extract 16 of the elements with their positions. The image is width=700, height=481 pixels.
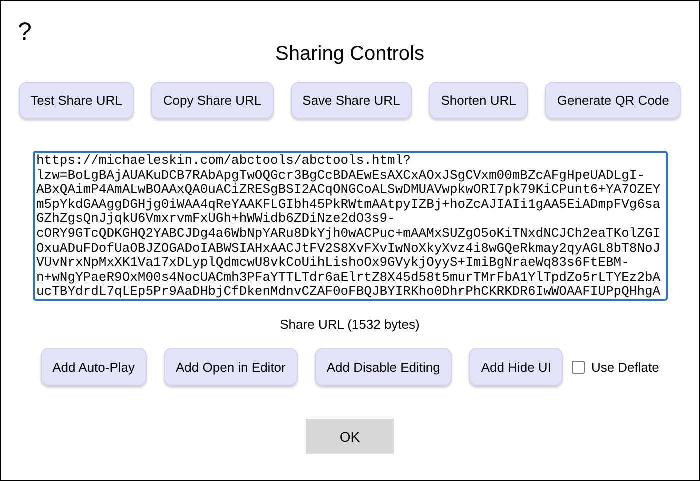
share-url-caption: Share URL (1532 bytes)	[280, 317, 420, 332]
help-glyph[interactable]: ?	[18, 19, 32, 45]
action-button[interactable]: Save Share URL	[290, 82, 412, 119]
deflate-label: Use Deflate	[591, 360, 660, 374]
action-button[interactable]: Shorten URL	[429, 82, 528, 119]
deflate-checkbox[interactable]	[572, 360, 586, 374]
option-button[interactable]: Add Open in Editor	[164, 348, 298, 386]
action-button[interactable]: Test Share URL	[18, 82, 134, 119]
ok-button[interactable]: OK	[306, 419, 394, 454]
action-button[interactable]: Copy Share URL	[151, 82, 274, 119]
action-button[interactable]: Generate QR Code	[545, 82, 682, 119]
option-button[interactable]: Add Hide UI	[469, 348, 564, 386]
share-url-field[interactable]: https://michaeleskin.com/abctools/abctools.html? lzw=BoLgBAjAUAKuDCB7RAbApgTwOQGcr3BgCcBDAEwEsAXCxAOxJSgCVxm00mBZcAFgHpeUADLgI- ABxQAimP4AmALwBOAAxQA0uACiZRESgBSI2ACqONGCoALSwDMUAVwpkwORI7pk79KiCPunt6+YA7OZEY m5pYkdGAAggDGHjg0iWAA4qReYAAKFLGIbh45PkRWtmAAtpyIZBj+hoZcAJIAIi1gAA5EiADmpFVg6sa GZhZgsQnJjqkU6VmxrvmFxUGh+hWWidb6ZDiNze2dO3s9- cORY9GTcQDKGHQ2YABCJDg4a6WbNpYARu8DkYjh0wACPuc+mAAMxSUZgO5oKiTNxdNCJCh2eaTKolZGI OxuADuFDofUaOBJZOGADoIABWSIAHxAACJtFV2S8XvFXvIwNoXkyXvz4i8wGQeRkmay2qyAGL8bT8NoJ VUvNrxNpMxXK1Va17xDLyplQdmcwU8vkCoUihLishoOx9GVykjOyyS+ImiBgNraeWq83s6FtEBM- n+wNgYPaeR9OxM00s4NocUACmh3PFaYTTLTdr6aElrtZ8X45d58t5murTMrFbA1YlTpdZo5rLTYEz2bA ucTBYdrdL7qLEp5Pr9AaDHbjCfDkenMdnvCZAF0oFBQJBYIRKho0DhrPhCKRKDR6IwWOAAFIUPpQHhgA	[32, 151, 668, 301]
option-button[interactable]: Add Disable Editing	[314, 348, 452, 386]
option-button[interactable]: Add Auto-Play	[40, 348, 148, 386]
dialog-title: Sharing Controls	[276, 42, 424, 66]
